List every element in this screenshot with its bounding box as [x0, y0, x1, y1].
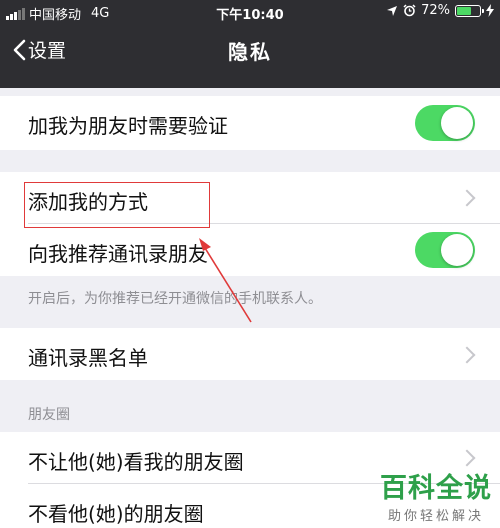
verify-friend-label: 加我为朋友时需要验证: [28, 114, 228, 138]
recommend-note: 开启后，为你推荐已经开通微信的手机联系人。: [28, 291, 322, 307]
verify-friend-toggle[interactable]: [415, 105, 475, 141]
location-icon: [387, 5, 398, 16]
watermark-subtitle: 助你轻松解决: [387, 509, 484, 524]
hide-their-moments-label: 不看他(她)的朋友圈: [28, 502, 204, 526]
add-methods-label: 添加我的方式: [28, 190, 148, 214]
watermark-logo: 百科全说 助你轻松解决: [380, 466, 492, 524]
add-recommend-group: 添加我的方式 向我推荐通讯录朋友: [0, 172, 500, 276]
battery-percent: 72%: [421, 3, 450, 18]
chevron-right-icon: [458, 346, 476, 364]
page-title: 隐私: [228, 40, 272, 64]
status-bar: 中国移动 4G 下午10:40 72%: [0, 0, 500, 24]
battery-icon: [455, 4, 484, 17]
hide-my-moments-label: 不让他(她)看我的朋友圈: [28, 450, 244, 474]
blacklist-row[interactable]: 通讯录黑名单: [0, 328, 500, 380]
chevron-right-icon: [458, 189, 476, 207]
recommend-contacts-toggle[interactable]: [415, 232, 475, 268]
recommend-contacts-label: 向我推荐通讯录朋友: [28, 242, 208, 266]
watermark-title: 百科全说: [380, 473, 492, 504]
chevron-right-icon: [458, 449, 476, 467]
moments-section-header: 朋友圈: [28, 407, 70, 423]
charging-icon: [486, 4, 494, 17]
alarm-icon: [403, 4, 416, 17]
toggle-knob: [441, 107, 473, 139]
verify-friend-row: 加我为朋友时需要验证: [0, 96, 500, 150]
add-methods-row[interactable]: 添加我的方式: [0, 172, 500, 222]
blacklist-label: 通讯录黑名单: [28, 346, 148, 370]
toggle-knob: [441, 234, 473, 266]
recommend-contacts-row: 向我推荐通讯录朋友: [0, 224, 500, 276]
header: 中国移动 4G 下午10:40 72% 设置 隐私: [0, 0, 500, 88]
